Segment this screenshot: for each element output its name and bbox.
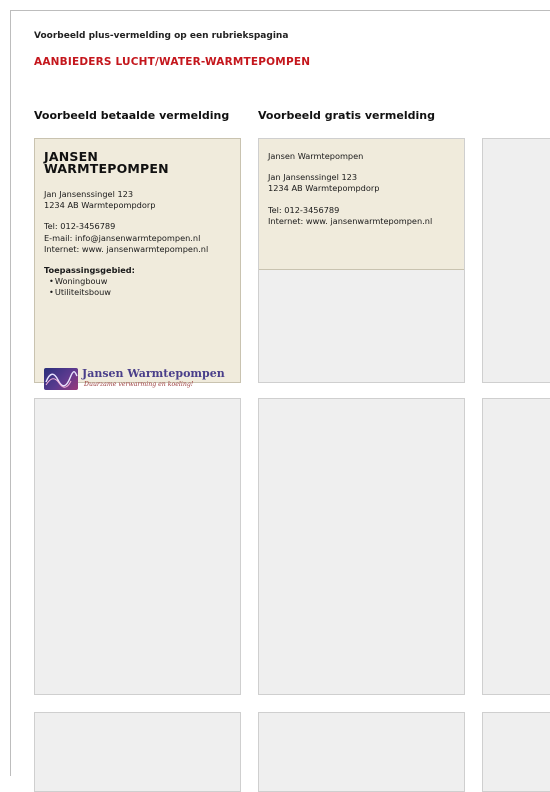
paid-column-heading: Voorbeeld betaalde vermelding (34, 109, 230, 122)
intro-text: Voorbeeld plus-vermelding op een rubriek… (34, 31, 289, 41)
free-website[interactable]: Internet: www. jansenwarmtepompen.nl (268, 216, 464, 227)
scope-item: Woningbouw (49, 276, 240, 287)
paid-scope-list: Woningbouw Utiliteitsbouw (44, 276, 240, 298)
page-border-left (10, 10, 11, 776)
logo-wave-icon (44, 368, 78, 390)
free-phone: Tel: 012-3456789 (268, 204, 340, 215)
paid-scope-title: Toepassingsgebied: (44, 265, 135, 276)
empty-listing-slot (482, 712, 550, 792)
empty-listing-slot (482, 138, 550, 383)
paid-website[interactable]: Internet: www. jansenwarmtepompen.nl (44, 244, 240, 255)
empty-listing-slot (34, 712, 241, 792)
free-listing-content: Jansen Warmtepompen Jan Jansenssingel 12… (259, 139, 464, 270)
logo-title: Jansen Warmtepompen (82, 367, 225, 380)
free-address-line1: Jan Jansenssingel 123 (268, 172, 358, 183)
category-heading: AANBIEDERS LUCHT/WATER-WARMTEPOMPEN (34, 56, 311, 68)
free-address-line2: 1234 AB Warmtepompdorp (268, 183, 380, 194)
empty-listing-slot (258, 398, 465, 695)
free-company-name: Jansen Warmtepompen (268, 151, 364, 161)
free-listing-card[interactable]: Jansen Warmtepompen Jan Jansenssingel 12… (258, 138, 465, 383)
scope-item: Utiliteitsbouw (49, 287, 240, 298)
empty-listing-slot (482, 398, 550, 695)
paid-email[interactable]: E-mail: info@jansenwarmtepompen.nl (44, 233, 240, 244)
empty-listing-slot (34, 398, 241, 695)
paid-listing-card[interactable]: JANSEN WARMTEPOMPEN Jan Jansenssingel 12… (34, 138, 241, 390)
paid-address-line2: 1234 AB Warmtepompdorp (44, 200, 156, 211)
paid-company-name: JANSEN WARMTEPOMPEN (44, 149, 169, 176)
free-column-heading: Voorbeeld gratis vermelding (258, 109, 435, 122)
company-logo[interactable]: Jansen Warmtepompen Duurzame verwarming … (44, 367, 240, 393)
page-border-top (10, 10, 550, 11)
empty-listing-slot (258, 712, 465, 792)
paid-phone: Tel: 012-3456789 (44, 221, 116, 232)
logo-tagline: Duurzame verwarming en koeling! (84, 381, 194, 388)
paid-address-line1: Jan Jansenssingel 123 (44, 189, 134, 199)
